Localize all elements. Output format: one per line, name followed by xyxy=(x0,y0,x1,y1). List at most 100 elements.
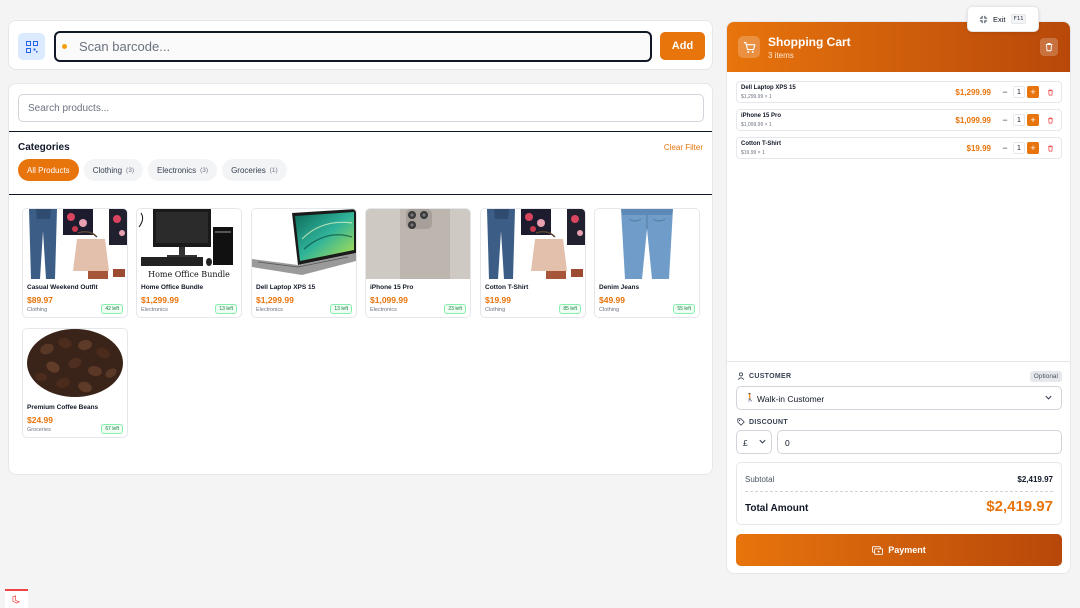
shopping-cart-panel: Shopping Cart 3 items Dell Laptop XPS 15… xyxy=(726,21,1071,574)
product-name: Denim Jeans xyxy=(599,284,640,291)
scan-panel: Scan barcode... Add xyxy=(8,20,713,70)
discount-label: DISCOUNT xyxy=(737,418,788,426)
cart-item-name: Cotton T-Shirt xyxy=(741,141,781,147)
cart-item-total: $1,299.99 xyxy=(955,88,991,97)
trash-icon xyxy=(1047,145,1053,152)
product-panel: Search products... Categories Clear Filt… xyxy=(8,83,713,475)
discount-currency-select[interactable]: £ xyxy=(736,430,772,454)
user-icon xyxy=(737,372,745,380)
product-card[interactable]: Premium Coffee Beans $24.99 Groceries 67… xyxy=(22,328,128,438)
product-category: Clothing xyxy=(485,307,506,313)
product-image-outfit xyxy=(23,209,127,279)
product-image-outfit xyxy=(481,209,585,279)
decrease-qty-button[interactable]: − xyxy=(999,142,1011,154)
qr-scan-button[interactable] xyxy=(18,33,45,60)
cart-icon-box xyxy=(738,36,760,58)
customer-select[interactable]: 🚶 Walk-in Customer xyxy=(736,386,1062,410)
chip-electronics[interactable]: Electronics (3) xyxy=(148,159,218,181)
category-chips: All Products Clothing (3) Electronics (3… xyxy=(18,159,287,181)
product-name: Cotton T-Shirt xyxy=(485,284,529,291)
product-category: Electronics xyxy=(370,307,397,313)
chip-clothing[interactable]: Clothing (3) xyxy=(83,159,143,181)
tag-icon xyxy=(737,418,745,426)
product-category: Electronics xyxy=(256,307,283,313)
trash-icon xyxy=(1045,43,1053,52)
cart-item: Cotton T-Shirt $19.99 × 1 $19.99 − 1 + xyxy=(736,137,1062,159)
trash-icon xyxy=(1047,117,1053,124)
trash-icon xyxy=(1047,89,1053,96)
product-name: Home Office Bundle xyxy=(141,284,204,291)
increase-qty-button[interactable]: + xyxy=(1027,114,1039,126)
decrease-qty-button[interactable]: − xyxy=(999,86,1011,98)
stock-badge: 13 left xyxy=(215,304,237,314)
chip-groceries[interactable]: Groceries (1) xyxy=(222,159,287,181)
cart-item-total: $1,099.99 xyxy=(955,116,991,125)
cart-item-total: $19.99 xyxy=(966,144,991,153)
product-card[interactable]: Denim Jeans $49.99 Clothing 55 left xyxy=(594,208,700,318)
stock-badge: 13 left xyxy=(330,304,352,314)
remove-item-button[interactable] xyxy=(1044,86,1056,98)
clear-cart-button[interactable] xyxy=(1040,38,1058,56)
divider xyxy=(727,361,1070,362)
qr-code-icon xyxy=(25,40,38,53)
cart-item-unit: $1,299.99 × 1 xyxy=(741,94,772,100)
product-card[interactable]: Cotton T-Shirt $19.99 Clothing 85 left xyxy=(480,208,586,318)
barcode-input[interactable]: Scan barcode... xyxy=(54,31,652,62)
product-name: iPhone 15 Pro xyxy=(370,284,414,291)
product-image-phone xyxy=(366,209,470,279)
product-price: $89.97 xyxy=(27,295,53,305)
product-price: $1,299.99 xyxy=(141,295,179,305)
cart-item-name: iPhone 15 Pro xyxy=(741,113,782,119)
product-price: $24.99 xyxy=(27,415,53,425)
product-price: $1,299.99 xyxy=(256,295,294,305)
totals-box: Subtotal $2,419.97 Total Amount $2,419.9… xyxy=(736,462,1062,525)
cart-item-unit: $1,099.99 × 1 xyxy=(741,122,772,128)
product-image-jeans xyxy=(595,209,699,279)
decrease-qty-button[interactable]: − xyxy=(999,114,1011,126)
divider xyxy=(9,194,712,195)
cart-item-qty: 1 xyxy=(1013,114,1025,126)
laravel-logo-icon xyxy=(12,595,21,604)
cart-item: iPhone 15 Pro $1,099.99 × 1 $1,099.99 − … xyxy=(736,109,1062,131)
add-barcode-button[interactable]: Add xyxy=(660,32,705,60)
customer-value: Walk-in Customer xyxy=(757,394,825,404)
product-card[interactable]: Casual Weekend Outfit $89.97 Clothing 42… xyxy=(22,208,128,318)
product-name: Casual Weekend Outfit xyxy=(27,284,98,291)
cart-item-qty: 1 xyxy=(1013,86,1025,98)
product-name: Dell Laptop XPS 15 xyxy=(256,284,316,291)
remove-item-button[interactable] xyxy=(1044,114,1056,126)
divider xyxy=(9,131,712,132)
chevron-down-icon xyxy=(1045,395,1052,400)
product-category: Electronics xyxy=(141,307,168,313)
stock-badge: 42 left xyxy=(101,304,123,314)
stock-badge: 67 left xyxy=(101,424,123,434)
payment-button[interactable]: Payment xyxy=(736,534,1062,566)
product-price: $1,099.99 xyxy=(370,295,408,305)
cart-item-unit: $19.99 × 1 xyxy=(741,150,765,156)
product-card[interactable]: Home Office Bundle Home Office Bundle $1… xyxy=(136,208,242,318)
exit-fullscreen-button[interactable]: Exit F11 xyxy=(967,6,1039,32)
clear-filter-link[interactable]: Clear Filter xyxy=(664,143,703,152)
payment-icon xyxy=(872,545,884,555)
product-search-input[interactable]: Search products... xyxy=(18,94,704,122)
debug-badge[interactable] xyxy=(5,589,28,608)
chevron-down-icon xyxy=(759,439,766,444)
discount-input[interactable]: 0 xyxy=(777,430,1062,454)
total-label: Total Amount xyxy=(745,503,809,514)
subtotal-label: Subtotal xyxy=(745,475,775,484)
product-price: $49.99 xyxy=(599,295,625,305)
product-image-office: Home Office Bundle xyxy=(137,209,241,279)
chip-all-products[interactable]: All Products xyxy=(18,159,79,181)
product-category: Groceries xyxy=(27,427,51,433)
product-card[interactable]: Dell Laptop XPS 15 $1,299.99 Electronics… xyxy=(251,208,357,318)
increase-qty-button[interactable]: + xyxy=(1027,86,1039,98)
product-image-laptop xyxy=(252,209,356,279)
subtotal-value: $2,419.97 xyxy=(1017,475,1053,484)
cart-item: Dell Laptop XPS 15 $1,299.99 × 1 $1,299.… xyxy=(736,81,1062,103)
optional-badge: Optional xyxy=(1029,371,1062,382)
stock-badge: 55 left xyxy=(673,304,695,314)
increase-qty-button[interactable]: + xyxy=(1027,142,1039,154)
product-card[interactable]: iPhone 15 Pro $1,099.99 Electronics 23 l… xyxy=(365,208,471,318)
remove-item-button[interactable] xyxy=(1044,142,1056,154)
product-image-caption: Home Office Bundle xyxy=(148,270,230,279)
